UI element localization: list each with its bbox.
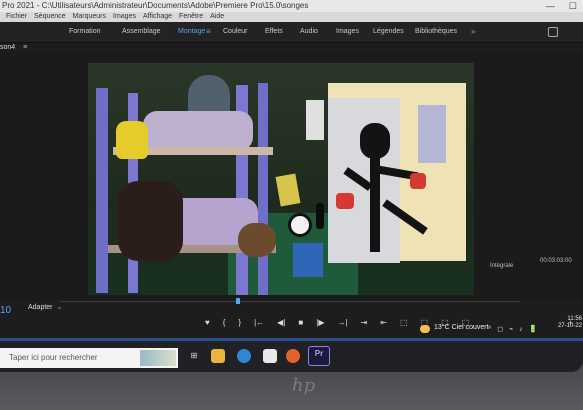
menu-affichage[interactable]: Affichage (143, 12, 172, 22)
chevron-down-icon: ⌄ (56, 304, 63, 311)
search-placeholder: Taper ici pour rechercher (9, 353, 98, 362)
edge-icon[interactable] (237, 349, 251, 363)
bottle (316, 203, 324, 229)
clock-time: 11:56 (567, 316, 582, 322)
menu-images[interactable]: Images (113, 12, 136, 22)
maximize-button[interactable]: ☐ (569, 0, 577, 12)
task-view-icon[interactable]: ⊞ (187, 349, 201, 363)
tab-audio[interactable]: Audio (300, 22, 318, 42)
stop-button[interactable]: ■ (298, 318, 303, 327)
panel-menu-icon[interactable]: ≡ (23, 44, 27, 51)
extract-button[interactable]: ⇤ (380, 318, 387, 327)
minimize-button[interactable]: — (546, 0, 555, 12)
system-tray-icons[interactable]: ^ ◻ ⌁ ♪ 🔋 (488, 325, 539, 333)
tab-effets[interactable]: Effets (265, 22, 283, 42)
side-room-panel (418, 105, 446, 163)
menu-bar: Fichier Séquence Marqueurs Images Affich… (0, 12, 583, 22)
round-frame (288, 213, 312, 237)
resolution-select[interactable]: Intégrale (490, 263, 513, 269)
current-timecode[interactable]: 10 (0, 305, 11, 316)
tab-bibliotheques[interactable]: Bibliothèques (415, 22, 457, 42)
top-bunk-blanket (143, 111, 253, 151)
wall-poster (306, 100, 324, 140)
lift-button[interactable]: ⇥ (361, 318, 368, 327)
menu-marqueurs[interactable]: Marqueurs (73, 12, 106, 22)
tab-formation[interactable]: Formation (69, 22, 101, 42)
more-workspaces-icon[interactable]: » (471, 22, 475, 42)
go-to-in-button[interactable]: |← (254, 318, 264, 327)
playhead[interactable] (236, 298, 240, 304)
screen: Pro 2021 - C:\Utilisateurs\Administrateu… (0, 0, 583, 372)
add-marker-button[interactable]: ♥ (205, 318, 210, 327)
program-monitor-frame (88, 63, 474, 295)
bunk-post (258, 83, 268, 295)
blue-card (293, 243, 323, 277)
premiere-pro-icon[interactable]: Pr (308, 346, 330, 366)
bunk-post (96, 88, 108, 293)
tab-couleur[interactable]: Couleur (223, 22, 248, 42)
transport-controls: ♥ { } |← ◀| ■ |▶ →| ⇥ ⇤ ⬚ ⬚ ⬚ ⬚ (205, 318, 469, 327)
dark-puppet (118, 181, 183, 261)
search-highlight-image (140, 350, 176, 366)
mark-out-button[interactable]: } (238, 318, 241, 327)
step-back-button[interactable]: ◀| (277, 318, 285, 327)
window-title: Pro 2021 - C:\Utilisateurs\Administrateu… (2, 1, 309, 10)
export-frame-button[interactable]: ⬚ (400, 318, 408, 327)
weather-text: Ciel couvert (451, 324, 489, 331)
clock[interactable]: 11:56 27-10-22 (552, 316, 582, 330)
mark-in-button[interactable]: { (223, 318, 226, 327)
window-controls: — ☐ (546, 0, 577, 12)
tab-legendes[interactable]: Légendes (373, 22, 404, 42)
weather-widget[interactable]: 13°C Ciel couvert (434, 324, 489, 331)
file-explorer-icon[interactable] (211, 349, 225, 363)
menu-fenetre[interactable]: Fenêtre (179, 12, 203, 22)
sequence-panel-tab[interactable]: son4 ≡ (0, 44, 27, 51)
tab-montage[interactable]: Montage (178, 22, 205, 42)
brown-puppet (238, 223, 276, 257)
panel-tab-label: son4 (0, 44, 16, 51)
duration-timecode: 00:03:03:00 (540, 258, 572, 264)
yellow-puppet (116, 121, 148, 159)
stick-figure-hand (336, 193, 354, 209)
zoom-select-value: Adapter (28, 304, 53, 311)
hp-logo: hp (292, 375, 316, 396)
menu-fichier[interactable]: Fichier (6, 12, 27, 22)
stick-figure-head (360, 123, 390, 159)
menu-aide[interactable]: Aide (210, 12, 224, 22)
weather-icon (420, 325, 430, 333)
tab-images[interactable]: Images (336, 22, 359, 42)
clock-date: 27-10-22 (557, 323, 582, 329)
store-icon[interactable] (263, 349, 277, 363)
share-icon[interactable] (548, 27, 558, 37)
go-to-out-button[interactable]: →| (337, 318, 347, 327)
menu-sequence[interactable]: Séquence (34, 12, 66, 22)
workspace-bar: Formation Assemblage Montage ≡ Couleur E… (0, 22, 583, 43)
workspace-menu-icon[interactable]: ≡ (206, 22, 211, 42)
title-bar: Pro 2021 - C:\Utilisateurs\Administrateu… (0, 0, 583, 12)
step-forward-button[interactable]: |▶ (316, 318, 324, 327)
temperature: 13°C (434, 324, 450, 331)
tab-assemblage[interactable]: Assemblage (122, 22, 161, 42)
monitor-time-ruler[interactable] (60, 297, 520, 302)
stick-figure-hand (410, 173, 426, 189)
zoom-select[interactable]: Adapter ⌄ (28, 303, 62, 311)
firefox-icon[interactable] (286, 349, 300, 363)
